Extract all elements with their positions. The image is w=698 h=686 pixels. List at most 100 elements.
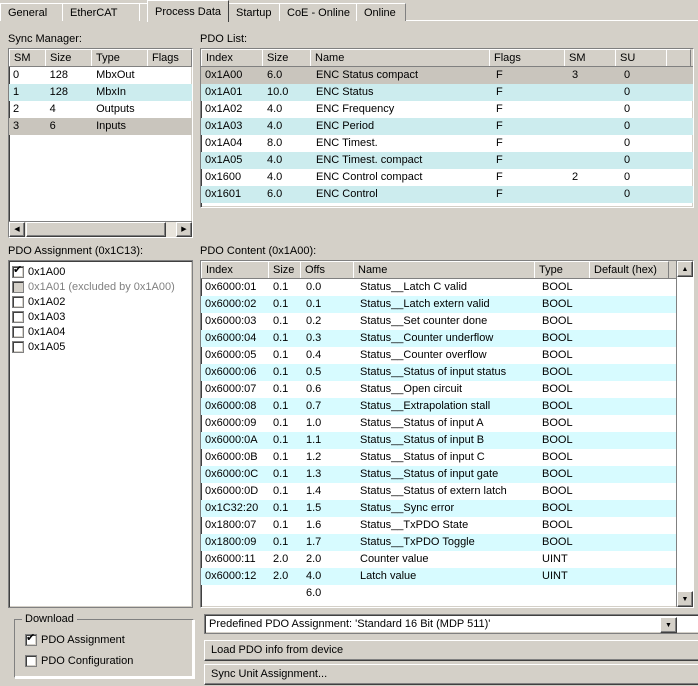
table-row[interactable]: 0x6000:0C 0.1 1.3 Status__Status of input g… <box>201 466 693 483</box>
sync-manager-hscrollbar[interactable]: ◀ ▶ <box>9 221 192 237</box>
arrow-up-icon[interactable]: ▲ <box>677 261 693 277</box>
pdo-list-cell-su: 0 <box>624 137 631 149</box>
table-row[interactable]: 0x6000:08 0.1 0.7 Status__Extrapolation sta… <box>201 398 693 415</box>
table-row[interactable]: 0x6000:0D 0.1 1.4 Status__Status of extern … <box>201 483 693 500</box>
checkbox-indicator[interactable] <box>25 632 37 646</box>
checkbox-indicator[interactable] <box>25 654 37 667</box>
pdo-list-table[interactable]: Index Size Name Flags SM SU 0x1A00 6.0 ENC… <box>200 48 694 208</box>
column-header-index[interactable]: Index <box>201 49 263 66</box>
checkbox-indicator[interactable] <box>12 310 24 323</box>
tab-process-data[interactable]: Process Data <box>147 0 229 22</box>
checkbox-indicator[interactable] <box>12 325 24 338</box>
table-row[interactable]: 0x6000:12 2.0 4.0 Latch value UINT <box>201 568 693 585</box>
table-row[interactable]: 0x6000:0B 0.1 1.2 Status__Status of input C… <box>201 449 693 466</box>
column-header-blank[interactable] <box>666 49 691 66</box>
pdo-content-cell-default <box>594 432 654 449</box>
table-row[interactable]: 2 4 Outputs <box>9 101 192 118</box>
column-header-sm[interactable]: SM <box>564 49 616 66</box>
table-row[interactable]: 0x1A04 8.0 ENC Timest. F 0 <box>201 135 693 152</box>
column-header-default[interactable]: Default (hex) <box>589 261 669 278</box>
pdo-assignment-item[interactable]: 0x1A04 <box>12 324 192 339</box>
column-header-size[interactable]: Size <box>262 49 311 66</box>
column-header-sm[interactable]: SM <box>9 49 46 66</box>
column-header-name[interactable]: Name <box>353 261 535 278</box>
hscroll-track[interactable] <box>25 222 176 237</box>
tab-ethercat[interactable]: EtherCAT <box>62 3 140 21</box>
table-row[interactable]: 0 128 MbxOut <box>9 67 192 84</box>
tab-label: CoE - Online <box>287 7 350 19</box>
table-row[interactable]: 0x6000:0A 0.1 1.1 Status__Status of input B… <box>201 432 693 449</box>
pdo-content-vscrollbar[interactable]: ▲ ▼ <box>676 261 693 607</box>
table-row[interactable]: 0x1A01 10.0 ENC Status F 0 <box>201 84 693 101</box>
table-row[interactable]: 0x1601 6.0 ENC Control F 0 <box>201 186 693 203</box>
table-row[interactable]: 0x1A00 6.0 ENC Status compact F 3 0 <box>201 67 693 84</box>
table-row[interactable]: 0x1800:07 0.1 1.6 Status__TxPDO State BOOL <box>201 517 693 534</box>
pdo-assignment-item[interactable]: 0x1A05 <box>12 339 192 354</box>
table-row[interactable]: 6.0 <box>201 585 693 602</box>
tab-coe-online[interactable]: CoE - Online <box>279 3 357 21</box>
column-header-flags[interactable]: Flags <box>147 49 192 66</box>
predefined-pdo-assignment-combobox[interactable]: Predefined PDO Assignment: 'Standard 16 … <box>204 614 698 634</box>
table-row[interactable]: 0x1A02 4.0 ENC Frequency F 0 <box>201 101 693 118</box>
column-header-offs[interactable]: Offs <box>300 261 354 278</box>
table-row[interactable]: 0x6000:06 0.1 0.5 Status__Status of input s… <box>201 364 693 381</box>
pdo-assignment-item[interactable]: 0x1A02 <box>12 294 192 309</box>
pdo-content-cell-type: UINT <box>542 553 568 565</box>
column-header-type[interactable]: Type <box>91 49 148 66</box>
column-header-size[interactable]: Size <box>268 261 301 278</box>
chevron-down-icon[interactable]: ▼ <box>660 617 677 633</box>
table-row[interactable]: 0x1C32:20 0.1 1.5 Status__Sync error BOOL <box>201 500 693 517</box>
arrow-right-icon[interactable]: ▶ <box>176 222 192 237</box>
sync-manager-cell-flags <box>148 118 192 135</box>
table-row[interactable]: 0x1A05 4.0 ENC Timest. compact F 0 <box>201 152 693 169</box>
vscroll-track[interactable] <box>677 277 693 591</box>
download-checkbox-pdo-assignment[interactable]: PDO Assignment <box>25 632 125 647</box>
table-row[interactable]: 0x6000:11 2.0 2.0 Counter value UINT <box>201 551 693 568</box>
column-header-index[interactable]: Index <box>201 261 269 278</box>
pdo-assignment-list[interactable]: 0x1A00 0x1A01 (excluded by 0x1A00) 0x1A02 0… <box>8 260 193 608</box>
tab-online[interactable]: Online <box>356 3 406 21</box>
table-row[interactable]: 0x1600 4.0 ENC Control compact F 2 0 <box>201 169 693 186</box>
table-row[interactable]: 0x6000:05 0.1 0.4 Status__Counter overflow B… <box>201 347 693 364</box>
table-row[interactable]: 0x6000:04 0.1 0.3 Status__Counter underflow… <box>201 330 693 347</box>
pdo-assignment-item[interactable]: 0x1A00 <box>12 264 192 279</box>
checkbox-indicator[interactable] <box>12 340 24 353</box>
table-row[interactable]: 0x6000:03 0.1 0.2 Status__Set counter done B… <box>201 313 693 330</box>
table-row[interactable]: 0x6000:02 0.1 0.1 Status__Latch extern vali… <box>201 296 693 313</box>
pdo-content-cell-default <box>594 347 654 364</box>
sync-unit-assignment-button[interactable]: Sync Unit Assignment... <box>204 664 698 685</box>
download-checkbox-pdo-configuration[interactable]: PDO Configuration <box>25 653 133 668</box>
table-row[interactable]: 3 6 Inputs <box>9 118 192 135</box>
column-header-type[interactable]: Type <box>534 261 590 278</box>
tab-startup[interactable]: Startup <box>228 3 280 21</box>
table-row[interactable]: 0x6000:09 0.1 1.0 Status__Status of input A… <box>201 415 693 432</box>
table-row[interactable]: 0x6000:07 0.1 0.6 Status__Open circuit BOOL <box>201 381 693 398</box>
pdo-content-cell-default <box>594 381 654 398</box>
pdo-content-cell-offs: 0.0 <box>306 281 322 293</box>
table-row[interactable]: 1 128 MbxIn <box>9 84 192 101</box>
pdo-content-cell-type: BOOL <box>542 519 573 531</box>
pdo-assignment-item-label: 0x1A00 <box>28 265 66 278</box>
arrow-left-icon[interactable]: ◀ <box>9 222 25 237</box>
sync-manager-list[interactable]: SM Size Type Flags 0 128 MbxOut 1 128 MbxIn 2 4… <box>8 48 193 238</box>
table-row[interactable]: 0x6000:01 0.1 0.0 Status__Latch C valid BOOL <box>201 279 693 296</box>
pdo-list-cell-su: 0 <box>624 188 631 200</box>
table-row[interactable]: 0x1A03 4.0 ENC Period F 0 <box>201 118 693 135</box>
column-header-name[interactable]: Name <box>310 49 490 66</box>
table-row[interactable]: 0x1800:09 0.1 1.7 Status__TxPDO Toggle BOOL <box>201 534 693 551</box>
checkbox-indicator[interactable] <box>12 264 24 278</box>
pdo-content-table[interactable]: Index Size Offs Name Type Default (hex) … <box>200 260 694 608</box>
arrow-down-icon[interactable]: ▼ <box>677 591 693 607</box>
column-header-su[interactable]: SU <box>615 49 667 66</box>
pdo-content-cell-offs: 2.0 <box>306 553 322 565</box>
pdo-list-cell-su: 0 <box>624 120 631 132</box>
column-header-size[interactable]: Size <box>45 49 92 66</box>
column-header-flags[interactable]: Flags <box>489 49 565 66</box>
tab-label: General <box>8 7 48 19</box>
checkbox-indicator[interactable] <box>12 295 24 308</box>
pdo-assignment-item[interactable]: 0x1A03 <box>12 309 192 324</box>
hscroll-thumb[interactable] <box>26 222 166 237</box>
tab-general[interactable]: General <box>0 3 63 21</box>
load-pdo-info-button[interactable]: Load PDO info from device <box>204 640 698 661</box>
pdo-content-cell-type: BOOL <box>542 451 573 463</box>
